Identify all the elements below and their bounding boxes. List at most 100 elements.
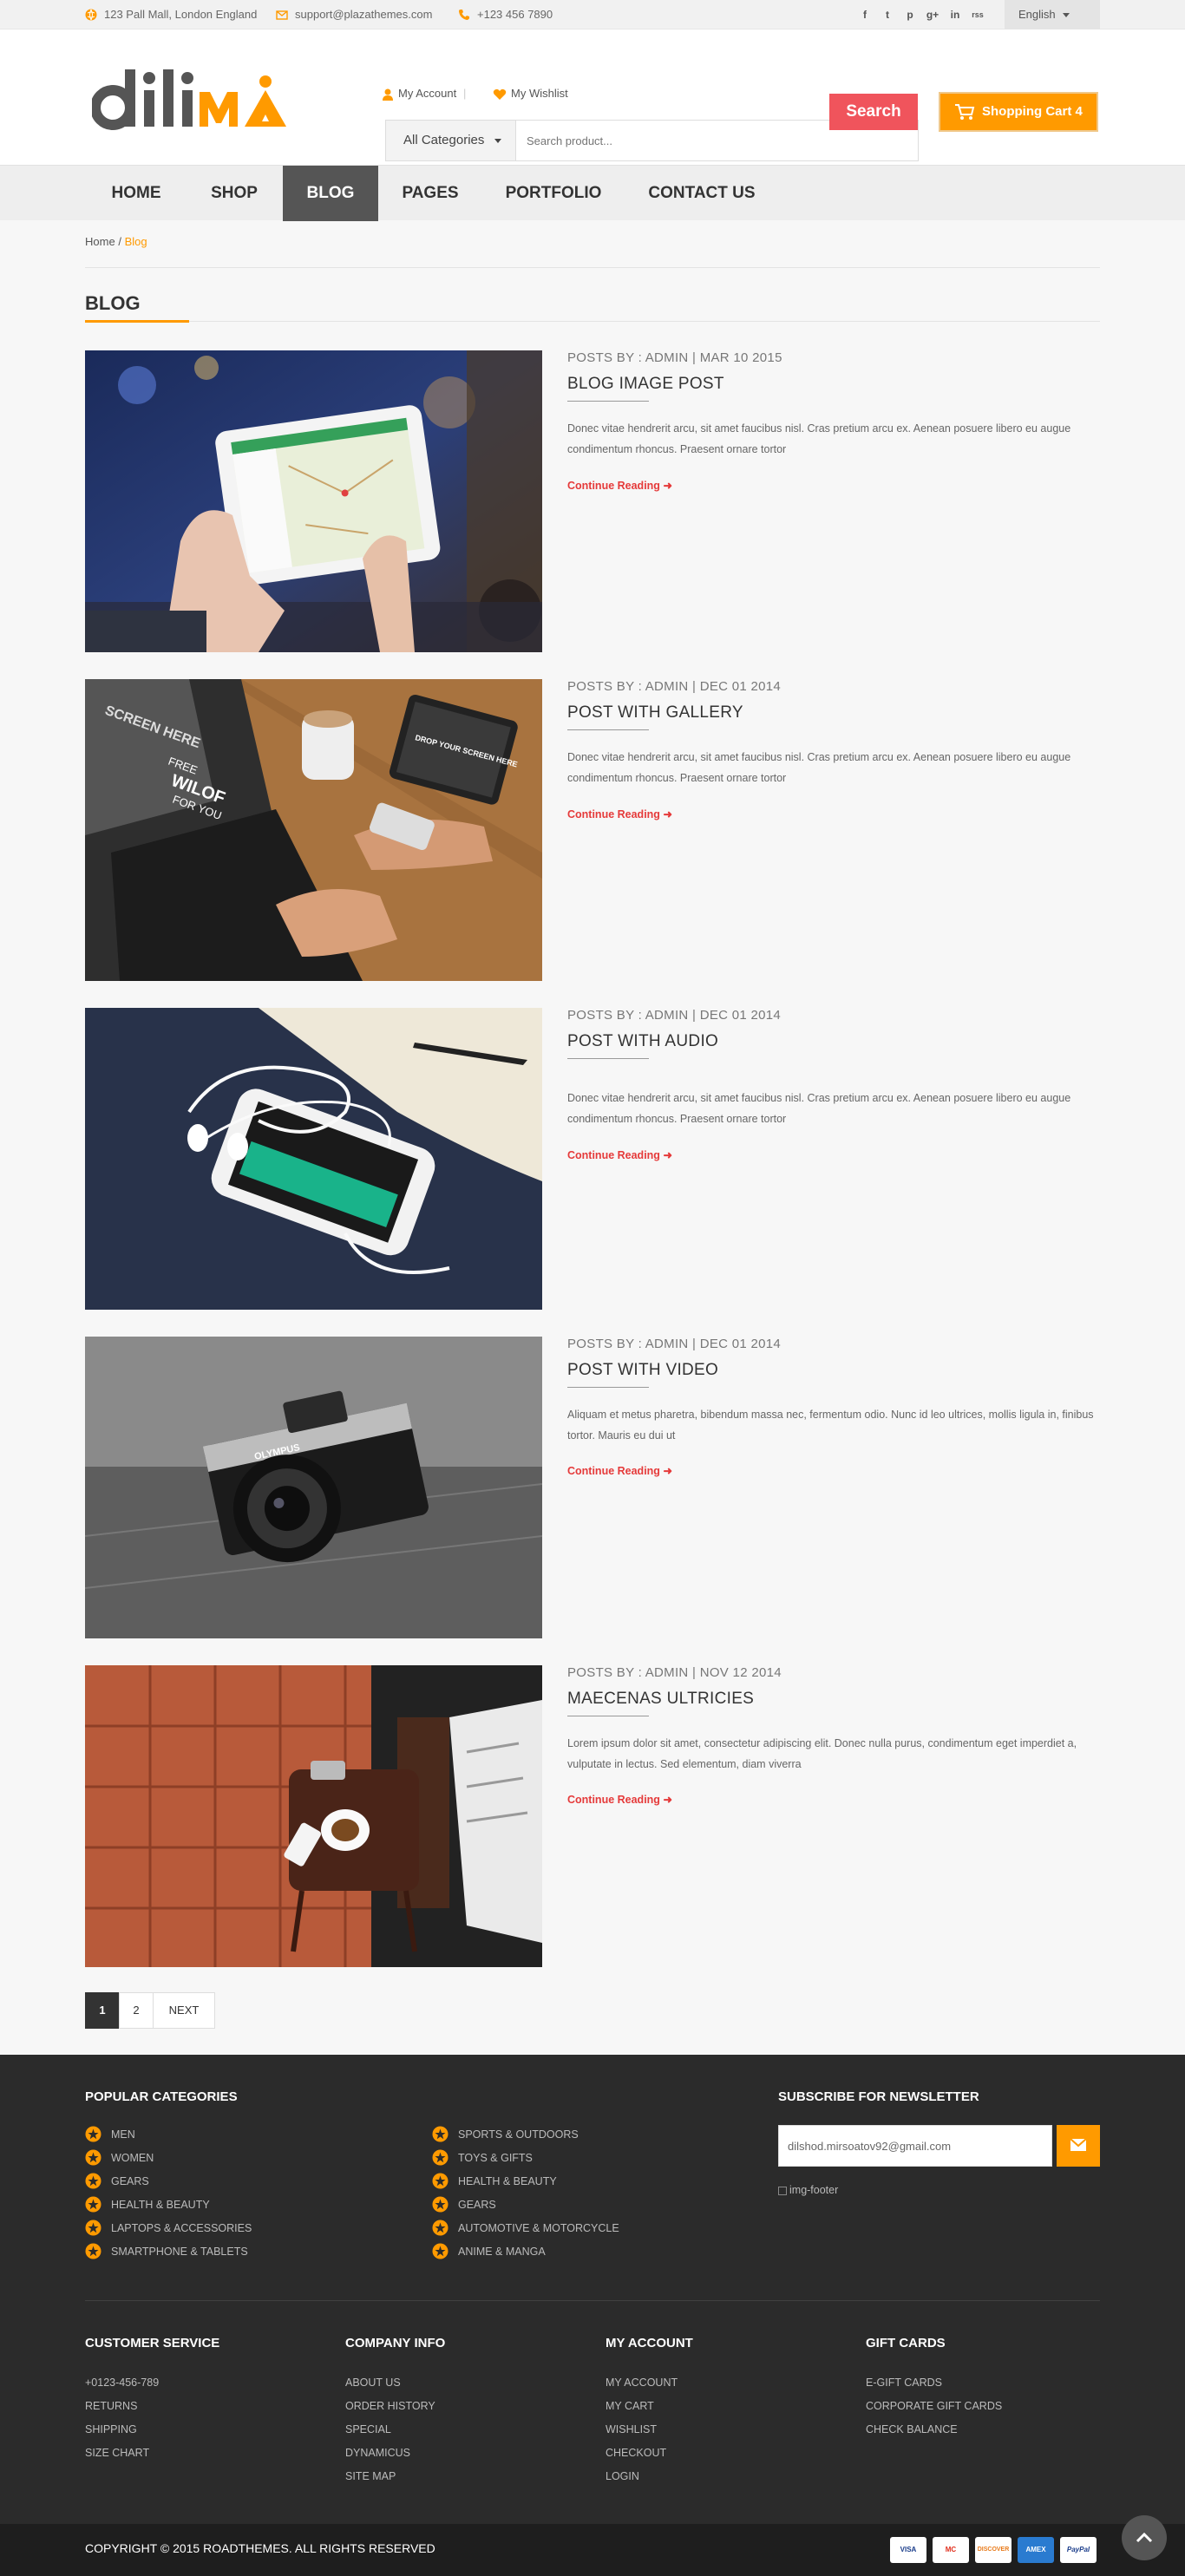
page-1-button[interactable]: 1 [85, 1992, 120, 2029]
email-info[interactable]: support@plazathemes.com [276, 0, 432, 29]
footer-link[interactable]: WISHLIST [606, 2423, 657, 2435]
category-select[interactable]: All Categories [386, 121, 516, 160]
logo[interactable] [92, 66, 318, 135]
footer-link[interactable]: RETURNS [85, 2400, 137, 2412]
nav-portfolio[interactable]: PORTFOLIO [482, 166, 625, 221]
newsletter-submit-button[interactable] [1057, 2125, 1100, 2167]
breadcrumb-home[interactable]: Home [85, 235, 115, 248]
post-excerpt: Aliquam et metus pharetra, bibendum mass… [567, 1409, 1094, 1442]
star-icon [85, 2196, 101, 2213]
nav-shop[interactable]: SHOP [187, 166, 281, 221]
footer-link[interactable]: SITE MAP [345, 2470, 396, 2482]
category-link[interactable]: WOMEN [111, 2152, 154, 2164]
phone-text: +123 456 7890 [477, 8, 553, 21]
mastercard-icon: MC [933, 2537, 969, 2563]
my-account-label: My Account [398, 87, 457, 100]
footer-link[interactable]: MY CART [606, 2400, 654, 2412]
continue-reading-link[interactable]: Continue Reading ➜ [567, 807, 672, 821]
post-title[interactable]: BLOG IMAGE POST [567, 375, 724, 394]
category-link[interactable]: GEARS [458, 2199, 496, 2211]
continue-reading-link[interactable]: Continue Reading ➜ [567, 1464, 672, 1477]
category-link[interactable]: GEARS [111, 2175, 149, 2187]
paypal-icon: PayPal [1060, 2537, 1097, 2563]
category-link[interactable]: TOYS & GIFTS [458, 2152, 533, 2164]
broken-image-icon [778, 2186, 787, 2195]
footer-link[interactable]: MY ACCOUNT [606, 2377, 678, 2389]
newsletter-email-input[interactable] [778, 2125, 1052, 2167]
breadcrumb: Home / Blog [85, 235, 147, 248]
nav-home[interactable]: HOME [85, 166, 187, 221]
page-2-button[interactable]: 2 [119, 1992, 154, 2029]
category-link[interactable]: SMARTPHONE & TABLETS [111, 2246, 248, 2258]
google-plus-icon[interactable]: g+ [921, 9, 944, 21]
post-title[interactable]: POST WITH GALLERY [567, 703, 743, 722]
email-text[interactable]: support@plazathemes.com [295, 8, 432, 21]
search-button[interactable]: Search [829, 94, 918, 130]
my-wishlist-link[interactable]: My Wishlist [493, 87, 568, 101]
category-link[interactable]: AUTOMOTIVE & MOTORCYCLE [458, 2222, 619, 2234]
category-link[interactable]: ANIME & MANGA [458, 2246, 546, 2258]
globe-icon [85, 9, 97, 21]
footer-link[interactable]: CHECK BALANCE [866, 2423, 958, 2435]
language-selector[interactable]: English [1005, 0, 1100, 29]
scroll-to-top-button[interactable] [1122, 2515, 1167, 2560]
popular-categories-heading: POPULAR CATEGORIES [85, 2089, 238, 2104]
title-underline [567, 729, 649, 730]
post-title[interactable]: MAECENAS ULTRICIES [567, 1690, 754, 1709]
star-icon [432, 2196, 448, 2213]
post-title[interactable]: POST WITH AUDIO [567, 1032, 718, 1051]
footer-link[interactable]: DYNAMICUS [345, 2447, 410, 2459]
rss-icon[interactable]: rss [966, 10, 989, 19]
language-label: English [1018, 8, 1056, 21]
category-link[interactable]: MEN [111, 2128, 135, 2141]
post-image-phone[interactable] [85, 1008, 542, 1310]
twitter-icon[interactable]: t [876, 9, 899, 21]
copyright-text: COPYRIGHT © 2015 ROADTHEMES. ALL RIGHTS … [85, 2541, 435, 2555]
star-icon [432, 2173, 448, 2189]
footer-link[interactable]: ORDER HISTORY [345, 2400, 435, 2412]
footer-link[interactable]: CORPORATE GIFT CARDS [866, 2400, 1002, 2412]
shopping-cart-button[interactable]: Shopping Cart 4 [939, 92, 1098, 132]
nav-contact-us[interactable]: CONTACT US [626, 166, 777, 221]
facebook-icon[interactable]: f [854, 9, 876, 21]
visa-icon: VISA [890, 2537, 926, 2563]
category-link[interactable]: SPORTS & OUTDOORS [458, 2128, 579, 2141]
nav-blog[interactable]: BLOG [283, 166, 378, 221]
continue-reading-link[interactable]: Continue Reading ➜ [567, 479, 672, 492]
footer-link[interactable]: LOGIN [606, 2470, 639, 2482]
post-image-camera[interactable]: OLYMPUS [85, 1337, 542, 1638]
continue-reading-link[interactable]: Continue Reading ➜ [567, 1793, 672, 1806]
divider [85, 321, 1100, 322]
arrow-right-icon: ➜ [663, 1465, 672, 1477]
post-title[interactable]: POST WITH VIDEO [567, 1361, 718, 1380]
post-image-coffee[interactable] [85, 1665, 542, 1967]
amex-icon: AMEX [1018, 2537, 1054, 2563]
post-meta: POSTS BY : ADMIN | NOV 12 2014 [567, 1665, 782, 1680]
star-icon [432, 2243, 448, 2259]
post-image-laptop[interactable]: SCREEN HERE FREE WILOF FOR YOU DROP YOUR… [85, 679, 542, 981]
pinterest-icon[interactable]: p [899, 9, 921, 21]
footer-link[interactable]: E-GIFT CARDS [866, 2377, 942, 2389]
post-image-tablet[interactable] [85, 350, 542, 652]
footer-link[interactable]: SIZE CHART [85, 2447, 149, 2459]
arrow-right-icon: ➜ [663, 480, 672, 492]
category-link[interactable]: LAPTOPS & ACCESSORIES [111, 2222, 252, 2234]
footer-link[interactable]: SPECIAL [345, 2423, 391, 2435]
footer-link[interactable]: SHIPPING [85, 2423, 137, 2435]
address-text: 123 Pall Mall, London England [104, 8, 258, 21]
divider [85, 2300, 1100, 2301]
footer-link[interactable]: ABOUT US [345, 2377, 401, 2389]
footer-link[interactable]: CHECKOUT [606, 2447, 666, 2459]
my-account-heading: MY ACCOUNT [606, 2336, 693, 2350]
category-link[interactable]: HEALTH & BEAUTY [458, 2175, 557, 2187]
star-icon [432, 2126, 448, 2142]
continue-reading-label: Continue Reading [567, 808, 660, 821]
gift-cards-heading: GIFT CARDS [866, 2336, 946, 2350]
continue-reading-link[interactable]: Continue Reading ➜ [567, 1148, 672, 1161]
my-account-link[interactable]: My Account [382, 87, 456, 101]
next-page-button[interactable]: NEXT [153, 1992, 215, 2029]
divider [85, 267, 1100, 268]
linkedin-icon[interactable]: in [944, 9, 966, 21]
category-link[interactable]: HEALTH & BEAUTY [111, 2199, 210, 2211]
nav-pages[interactable]: PAGES [380, 166, 481, 221]
